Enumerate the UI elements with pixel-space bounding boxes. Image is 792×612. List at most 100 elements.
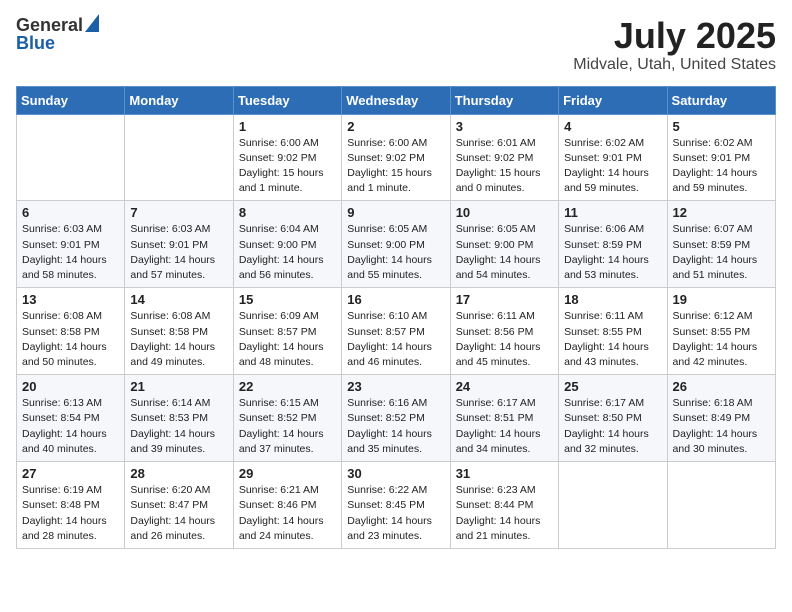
calendar-cell: 16 Sunrise: 6:10 AMSunset: 8:57 PMDayligh… xyxy=(342,288,450,375)
day-info: Sunrise: 6:23 AMSunset: 8:44 PMDaylight:… xyxy=(456,483,553,544)
day-number: 27 xyxy=(22,466,119,481)
day-number: 22 xyxy=(239,379,336,394)
calendar-table: SundayMondayTuesdayWednesdayThursdayFrid… xyxy=(16,86,776,549)
calendar-cell: 1 Sunrise: 6:00 AMSunset: 9:02 PMDaylight… xyxy=(233,114,341,201)
day-number: 12 xyxy=(673,205,770,220)
day-info: Sunrise: 6:03 AMSunset: 9:01 PMDaylight:… xyxy=(130,222,227,283)
calendar-cell: 3 Sunrise: 6:01 AMSunset: 9:02 PMDaylight… xyxy=(450,114,558,201)
day-info: Sunrise: 6:08 AMSunset: 8:58 PMDaylight:… xyxy=(22,309,119,370)
day-number: 30 xyxy=(347,466,444,481)
day-info: Sunrise: 6:18 AMSunset: 8:49 PMDaylight:… xyxy=(673,396,770,457)
calendar-week-row: 13Sunrise: 6:08 AMSunset: 8:58 PMDayligh… xyxy=(17,288,776,375)
day-number: 3 xyxy=(456,119,553,134)
day-number: 7 xyxy=(130,205,227,220)
day-info: Sunrise: 6:17 AMSunset: 8:50 PMDaylight:… xyxy=(564,396,661,457)
calendar-cell: 11 Sunrise: 6:06 AMSunset: 8:59 PMDayligh… xyxy=(559,201,667,288)
calendar-header-row: SundayMondayTuesdayWednesdayThursdayFrid… xyxy=(17,86,776,114)
calendar-cell: 5Sunrise: 6:02 AMSunset: 9:01 PMDaylight… xyxy=(667,114,775,201)
day-number: 17 xyxy=(456,292,553,307)
logo: General Blue xyxy=(16,16,99,52)
page-title: July 2025 xyxy=(573,16,776,56)
calendar-cell: 14Sunrise: 6:08 AMSunset: 8:58 PMDayligh… xyxy=(125,288,233,375)
day-info: Sunrise: 6:07 AMSunset: 8:59 PMDaylight:… xyxy=(673,222,770,283)
day-number: 6 xyxy=(22,205,119,220)
day-number: 8 xyxy=(239,205,336,220)
day-info: Sunrise: 6:05 AMSunset: 9:00 PMDaylight:… xyxy=(347,222,444,283)
calendar-cell: 6 Sunrise: 6:03 AMSunset: 9:01 PMDaylight… xyxy=(17,201,125,288)
day-info: Sunrise: 6:02 AMSunset: 9:01 PMDaylight:… xyxy=(673,136,770,197)
day-info: Sunrise: 6:06 AMSunset: 8:59 PMDaylight:… xyxy=(564,222,661,283)
day-number: 26 xyxy=(673,379,770,394)
calendar-cell: 25Sunrise: 6:17 AMSunset: 8:50 PMDayligh… xyxy=(559,375,667,462)
calendar-cell xyxy=(559,462,667,549)
calendar-cell xyxy=(667,462,775,549)
day-number: 9 xyxy=(347,205,444,220)
calendar-cell: 18 Sunrise: 6:11 AMSunset: 8:55 PMDayligh… xyxy=(559,288,667,375)
day-info: Sunrise: 6:12 AMSunset: 8:55 PMDaylight:… xyxy=(673,309,770,370)
day-info: Sunrise: 6:13 AMSunset: 8:54 PMDaylight:… xyxy=(22,396,119,457)
day-info: Sunrise: 6:20 AMSunset: 8:47 PMDaylight:… xyxy=(130,483,227,544)
day-header-thursday: Thursday xyxy=(450,86,558,114)
day-info: Sunrise: 6:09 AMSunset: 8:57 PMDaylight:… xyxy=(239,309,336,370)
day-number: 11 xyxy=(564,205,661,220)
calendar-cell: 24Sunrise: 6:17 AMSunset: 8:51 PMDayligh… xyxy=(450,375,558,462)
day-info: Sunrise: 6:10 AMSunset: 8:57 PMDaylight:… xyxy=(347,309,444,370)
calendar-week-row: 20 Sunrise: 6:13 AMSunset: 8:54 PMDayligh… xyxy=(17,375,776,462)
day-number: 1 xyxy=(239,119,336,134)
day-info: Sunrise: 6:17 AMSunset: 8:51 PMDaylight:… xyxy=(456,396,553,457)
calendar-cell: 28 Sunrise: 6:20 AMSunset: 8:47 PMDayligh… xyxy=(125,462,233,549)
day-header-saturday: Saturday xyxy=(667,86,775,114)
page-header: General Blue July 2025 Midvale, Utah, Un… xyxy=(16,16,776,74)
day-number: 4 xyxy=(564,119,661,134)
calendar-cell: 29 Sunrise: 6:21 AMSunset: 8:46 PMDayligh… xyxy=(233,462,341,549)
logo-triangle-icon xyxy=(85,14,99,32)
day-number: 21 xyxy=(130,379,227,394)
day-info: Sunrise: 6:11 AMSunset: 8:55 PMDaylight:… xyxy=(564,309,661,370)
day-info: Sunrise: 6:00 AMSunset: 9:02 PMDaylight:… xyxy=(347,136,444,197)
calendar-cell: 23Sunrise: 6:16 AMSunset: 8:52 PMDayligh… xyxy=(342,375,450,462)
logo-general-text: General xyxy=(16,16,83,34)
day-number: 20 xyxy=(22,379,119,394)
day-info: Sunrise: 6:05 AMSunset: 9:00 PMDaylight:… xyxy=(456,222,553,283)
calendar-cell: 26 Sunrise: 6:18 AMSunset: 8:49 PMDayligh… xyxy=(667,375,775,462)
calendar-cell: 12 Sunrise: 6:07 AMSunset: 8:59 PMDayligh… xyxy=(667,201,775,288)
calendar-cell xyxy=(17,114,125,201)
day-info: Sunrise: 6:15 AMSunset: 8:52 PMDaylight:… xyxy=(239,396,336,457)
calendar-cell: 19Sunrise: 6:12 AMSunset: 8:55 PMDayligh… xyxy=(667,288,775,375)
calendar-cell: 9 Sunrise: 6:05 AMSunset: 9:00 PMDaylight… xyxy=(342,201,450,288)
day-info: Sunrise: 6:21 AMSunset: 8:46 PMDaylight:… xyxy=(239,483,336,544)
day-info: Sunrise: 6:03 AMSunset: 9:01 PMDaylight:… xyxy=(22,222,119,283)
title-block: July 2025 Midvale, Utah, United States xyxy=(573,16,776,74)
calendar-cell: 21 Sunrise: 6:14 AMSunset: 8:53 PMDayligh… xyxy=(125,375,233,462)
day-info: Sunrise: 6:01 AMSunset: 9:02 PMDaylight:… xyxy=(456,136,553,197)
day-info: Sunrise: 6:19 AMSunset: 8:48 PMDaylight:… xyxy=(22,483,119,544)
calendar-cell: 2 Sunrise: 6:00 AMSunset: 9:02 PMDaylight… xyxy=(342,114,450,201)
logo-blue-text: Blue xyxy=(16,34,55,52)
day-info: Sunrise: 6:00 AMSunset: 9:02 PMDaylight:… xyxy=(239,136,336,197)
calendar-cell: 27 Sunrise: 6:19 AMSunset: 8:48 PMDayligh… xyxy=(17,462,125,549)
day-header-wednesday: Wednesday xyxy=(342,86,450,114)
day-info: Sunrise: 6:14 AMSunset: 8:53 PMDaylight:… xyxy=(130,396,227,457)
day-info: Sunrise: 6:16 AMSunset: 8:52 PMDaylight:… xyxy=(347,396,444,457)
page-subtitle: Midvale, Utah, United States xyxy=(573,56,776,74)
day-number: 28 xyxy=(130,466,227,481)
calendar-cell: 31 Sunrise: 6:23 AMSunset: 8:44 PMDayligh… xyxy=(450,462,558,549)
day-header-sunday: Sunday xyxy=(17,86,125,114)
day-info: Sunrise: 6:22 AMSunset: 8:45 PMDaylight:… xyxy=(347,483,444,544)
day-info: Sunrise: 6:11 AMSunset: 8:56 PMDaylight:… xyxy=(456,309,553,370)
calendar-cell: 30 Sunrise: 6:22 AMSunset: 8:45 PMDayligh… xyxy=(342,462,450,549)
calendar-cell: 17 Sunrise: 6:11 AMSunset: 8:56 PMDayligh… xyxy=(450,288,558,375)
day-number: 14 xyxy=(130,292,227,307)
day-number: 15 xyxy=(239,292,336,307)
calendar-cell xyxy=(125,114,233,201)
day-number: 31 xyxy=(456,466,553,481)
day-number: 29 xyxy=(239,466,336,481)
calendar-week-row: 27 Sunrise: 6:19 AMSunset: 8:48 PMDayligh… xyxy=(17,462,776,549)
day-number: 2 xyxy=(347,119,444,134)
day-number: 10 xyxy=(456,205,553,220)
calendar-week-row: 1 Sunrise: 6:00 AMSunset: 9:02 PMDaylight… xyxy=(17,114,776,201)
day-number: 18 xyxy=(564,292,661,307)
day-info: Sunrise: 6:02 AMSunset: 9:01 PMDaylight:… xyxy=(564,136,661,197)
day-number: 16 xyxy=(347,292,444,307)
calendar-cell: 4 Sunrise: 6:02 AMSunset: 9:01 PMDaylight… xyxy=(559,114,667,201)
